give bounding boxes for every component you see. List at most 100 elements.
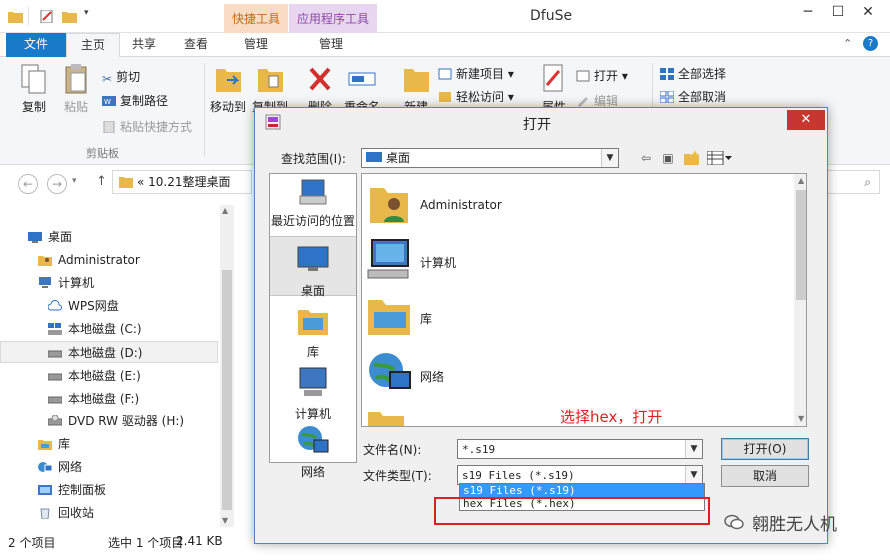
nav-item-desktop[interactable]: 桌面 <box>0 226 218 248</box>
nav-item-library[interactable]: 库 <box>0 433 218 455</box>
drive-icon <box>48 323 62 335</box>
view-menu-icon[interactable] <box>707 151 733 165</box>
network-icon <box>38 462 52 472</box>
up-button[interactable]: ↑ <box>96 174 107 189</box>
file-item-label: Administrator <box>420 198 502 212</box>
new-item-button[interactable]: 新建项目 ▾ <box>438 65 514 82</box>
context-tab-shortcut: 快捷工具 <box>224 4 289 33</box>
folder-icon <box>119 177 133 188</box>
look-in-value: 桌面 <box>386 151 411 165</box>
file-item-network[interactable]: 网络 <box>366 350 786 400</box>
nav-item-drive-d[interactable]: 本地磁盘 (D:) <box>0 341 218 363</box>
tab-view[interactable]: 查看 <box>170 33 222 57</box>
annotation-highlight-box <box>434 497 710 525</box>
minimize-button[interactable]: ─ <box>793 0 823 26</box>
recent-locations-icon[interactable]: ▾ <box>72 176 77 186</box>
easy-access-label: 轻松访问 <box>456 90 505 104</box>
ribbon-separator <box>204 63 205 157</box>
scroll-down-icon[interactable]: ▼ <box>222 516 228 525</box>
rename-icon <box>348 72 376 86</box>
network-icon <box>369 353 411 389</box>
nav-item-control-panel[interactable]: 控制面板 <box>0 479 218 501</box>
qa-customize-icon[interactable]: ▾ <box>84 8 89 18</box>
file-list: Administrator 计算机 库 网络 ▲ ▼ <box>361 173 807 427</box>
tab-manage-app[interactable]: 管理 <box>305 33 357 57</box>
cut-button[interactable]: ✂ 剪切 <box>102 68 141 86</box>
scroll-up-icon[interactable]: ▲ <box>222 206 228 215</box>
edit-label: 编辑 <box>594 94 619 108</box>
scroll-up-icon[interactable]: ▲ <box>798 176 804 185</box>
drive-icon <box>48 373 62 381</box>
new-item-icon <box>438 68 452 80</box>
open-ribbon-button[interactable]: 打开 ▾ <box>576 67 628 84</box>
control-panel-icon <box>38 485 52 495</box>
tab-manage-shortcut[interactable]: 管理 <box>230 33 282 57</box>
look-in-combo[interactable]: 桌面 ▼ <box>361 148 619 168</box>
scroll-down-icon[interactable]: ▼ <box>798 414 804 423</box>
cut-label: 剪切 <box>116 70 141 84</box>
paste-button[interactable]: 粘贴 <box>56 63 96 115</box>
new-folder-big-icon <box>404 69 429 92</box>
new-folder-icon[interactable] <box>683 150 701 166</box>
copy-path-button[interactable]: W 复制路径 <box>102 92 168 109</box>
maximize-button[interactable]: ☐ <box>823 0 853 26</box>
place-computer[interactable]: 计算机 <box>270 362 356 422</box>
open-button[interactable]: 打开(O) <box>721 438 809 460</box>
nav-item-network[interactable]: 网络 <box>0 456 218 478</box>
back-icon[interactable]: ⇦ <box>637 150 655 166</box>
nav-scroll-thumb[interactable] <box>222 270 232 510</box>
place-desktop[interactable]: 桌面 <box>270 236 356 298</box>
back-button[interactable]: ← <box>18 174 38 194</box>
drive-icon <box>48 350 62 358</box>
dialog-title: 打开 <box>523 117 551 133</box>
place-recent[interactable]: 最近访问的位置 <box>270 176 356 234</box>
forward-button[interactable]: → <box>47 174 67 194</box>
nav-item-dvd[interactable]: DVD RW 驱动器 (H:) <box>0 410 218 432</box>
desktop-icon <box>366 152 382 162</box>
easy-access-button[interactable]: 轻松访问 ▾ <box>438 88 514 105</box>
library-icon <box>38 440 52 450</box>
place-network[interactable]: 网络 <box>270 424 356 479</box>
filetype-option-s19[interactable]: s19 Files (*.s19) <box>460 484 704 497</box>
filetype-select[interactable]: s19 Files (*.s19) ▼ <box>457 465 703 485</box>
address-bar[interactable]: « 10.21整理桌面 <box>112 170 252 194</box>
properties-icon[interactable] <box>40 10 55 23</box>
file-item-computer[interactable]: 计算机 <box>366 236 786 286</box>
nav-item-computer[interactable]: 计算机 <box>0 272 218 294</box>
filetype-label: 文件类型(T): <box>363 469 432 483</box>
place-library[interactable]: 库 <box>270 300 356 360</box>
copy-button[interactable]: 复制 <box>14 63 54 115</box>
tab-file[interactable]: 文件 <box>6 33 66 57</box>
nav-item-drive-c[interactable]: 本地磁盘 (C:) <box>0 318 218 340</box>
chevron-down-icon[interactable]: ▼ <box>601 149 618 167</box>
select-all-button[interactable]: 全部选择 <box>660 65 726 82</box>
close-button[interactable]: ✕ <box>853 0 883 26</box>
library-icon <box>298 310 328 335</box>
nav-item-drive-e[interactable]: 本地磁盘 (E:) <box>0 365 218 387</box>
select-none-button[interactable]: 全部取消 <box>660 88 726 105</box>
nav-item-drive-f[interactable]: 本地磁盘 (F:) <box>0 388 218 410</box>
up-folder-icon[interactable]: ▣ <box>659 150 677 166</box>
cancel-button[interactable]: 取消 <box>721 465 809 487</box>
help-icon[interactable]: ? <box>863 36 878 51</box>
move-to-button[interactable]: 移动到 <box>208 63 248 115</box>
new-folder-icon[interactable] <box>62 10 77 23</box>
file-list-scroll-thumb[interactable] <box>796 190 806 300</box>
nav-item-administrator[interactable]: Administrator <box>0 249 218 271</box>
folder-icon[interactable] <box>8 10 23 23</box>
nav-item-wps[interactable]: WPS网盘 <box>0 295 218 317</box>
search-box[interactable]: ⌕ <box>822 170 880 194</box>
chevron-down-icon[interactable]: ▼ <box>685 466 702 484</box>
recycle-bin-icon <box>40 508 50 519</box>
file-item-library[interactable]: 库 <box>366 292 786 342</box>
paste-shortcut-button[interactable]: 粘贴快捷方式 <box>102 118 192 135</box>
tab-home[interactable]: 主页 <box>66 33 121 58</box>
chevron-down-icon[interactable]: ▼ <box>685 440 702 458</box>
tab-share[interactable]: 共享 <box>118 33 170 57</box>
nav-label: 本地磁盘 (F:) <box>68 392 140 406</box>
nav-item-recycle-bin[interactable]: 回收站 <box>0 502 218 524</box>
dialog-close-button[interactable]: ✕ <box>787 110 825 130</box>
filename-input[interactable]: *.s19 ▼ <box>457 439 703 459</box>
file-item-administrator[interactable]: Administrator <box>366 180 786 230</box>
ribbon-collapse-icon[interactable]: ⌃ <box>843 37 852 50</box>
